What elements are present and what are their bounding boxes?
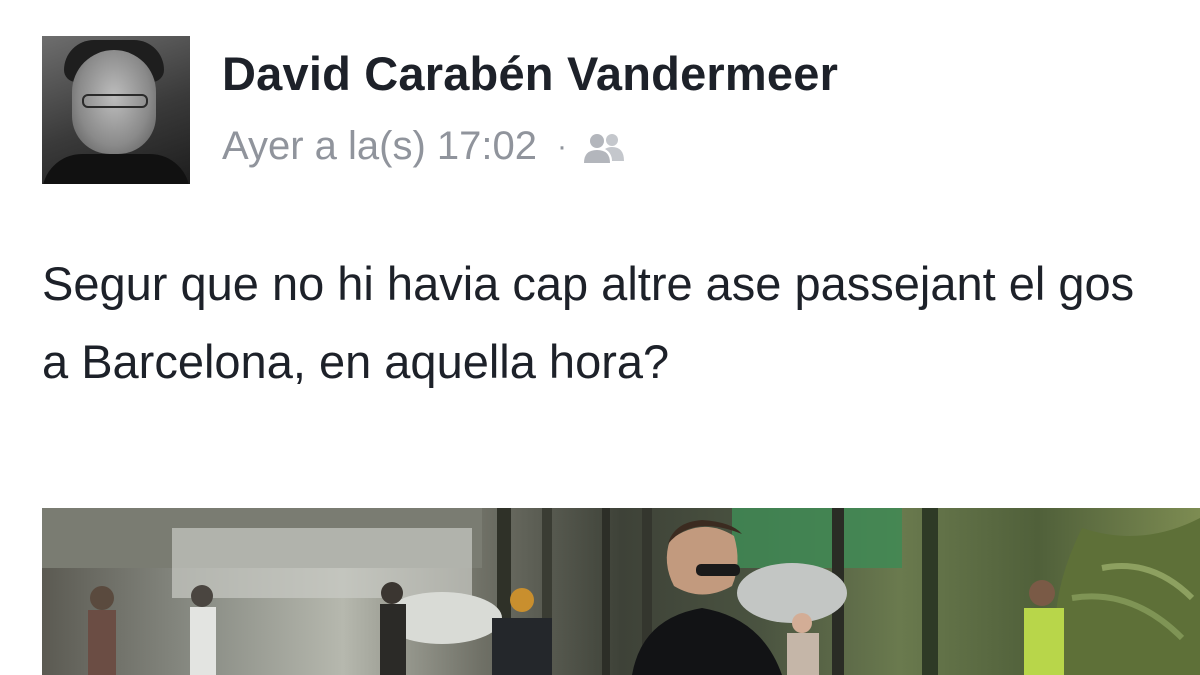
post-photo[interactable] xyxy=(42,508,1200,675)
author-avatar[interactable] xyxy=(42,36,190,184)
post-meta: Ayer a la(s) 17:02 · xyxy=(222,124,627,169)
post-message: Segur que no hi havia cap altre ase pass… xyxy=(42,257,1135,388)
friends-icon[interactable] xyxy=(581,130,627,164)
meta-separator: · xyxy=(556,129,567,163)
author-name[interactable]: David Carabén Vandermeer xyxy=(222,46,838,101)
post-timestamp[interactable]: Ayer a la(s) 17:02 xyxy=(222,124,537,169)
facebook-post: David Carabén Vandermeer Ayer a la(s) 17… xyxy=(0,0,1200,675)
